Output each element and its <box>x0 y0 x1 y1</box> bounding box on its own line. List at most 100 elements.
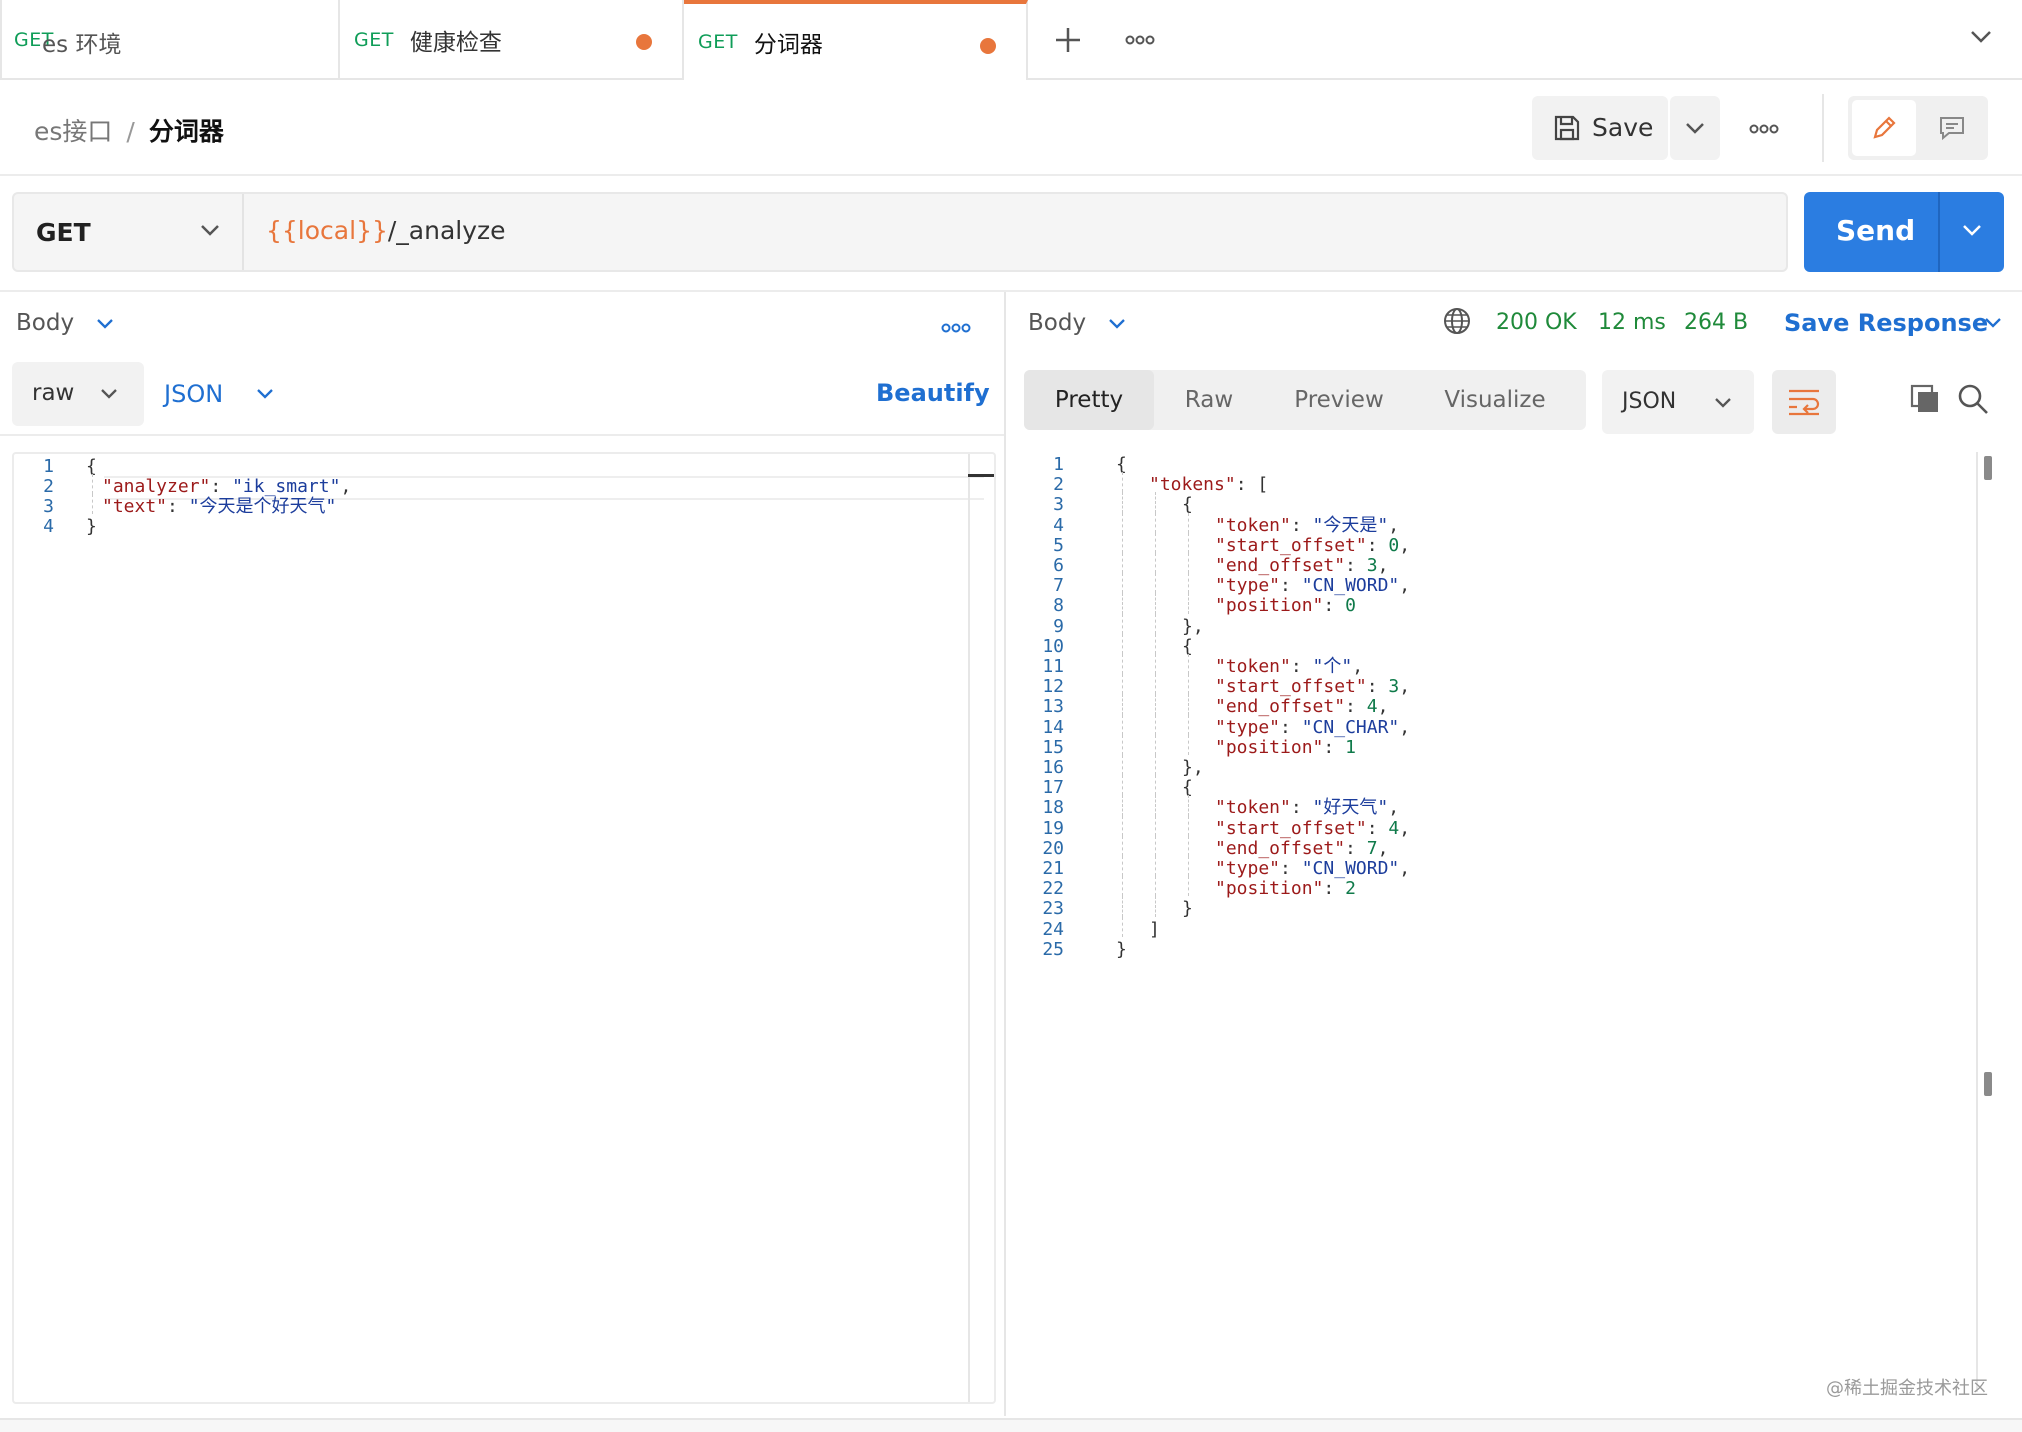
indent-guide <box>1155 593 1156 614</box>
indent-guide <box>1122 674 1123 695</box>
indent-guide <box>1188 856 1189 877</box>
response-body-tab[interactable]: Body <box>1028 310 1125 336</box>
request-body-more-icon[interactable] <box>940 320 972 339</box>
request-body-editor[interactable]: 1{2 "analyzer": "ik_smart", 3 "text": "今天是个… <box>12 452 996 1404</box>
save-response-label: Save Response <box>1784 309 1989 337</box>
indent-guide <box>1122 492 1123 513</box>
save-button[interactable]: Save <box>1532 96 1668 160</box>
indent-guide <box>1188 674 1189 695</box>
indent-guide <box>1155 532 1156 553</box>
save-options-dropdown[interactable] <box>1670 96 1720 160</box>
url-path: /_analyze <box>387 216 506 245</box>
chevron-down-icon <box>1715 398 1731 408</box>
code-line: "position": 1 <box>1215 736 1356 758</box>
watermark: @稀土掘金技术社区 <box>1826 1378 1988 1399</box>
indent-guide <box>1122 593 1123 614</box>
request-tab-analyzer[interactable]: GET 分词器 <box>684 0 1028 80</box>
code-line: } <box>86 516 97 537</box>
indent-guide <box>1122 835 1123 856</box>
tab-name: 健康检查 <box>409 30 502 56</box>
http-method-select[interactable]: GET <box>14 194 244 270</box>
code-line: } <box>1116 938 1127 960</box>
send-options-dropdown[interactable] <box>1940 192 2004 272</box>
code-line: "position": 0 <box>1215 595 1356 617</box>
send-button[interactable]: Send <box>1804 192 2004 272</box>
beautify-button[interactable]: Beautify <box>876 379 990 407</box>
indent-guide <box>1155 775 1156 796</box>
tab-method: GET <box>698 31 738 53</box>
indent-guide <box>1122 512 1123 533</box>
divider <box>0 434 1004 436</box>
globe-icon[interactable] <box>1442 306 1472 340</box>
body-language-value: JSON <box>164 380 224 408</box>
pencil-icon <box>1873 116 1896 139</box>
tab-pretty[interactable]: Pretty <box>1024 370 1154 430</box>
indent-guide <box>1122 633 1123 654</box>
edit-mode-button[interactable] <box>1852 100 1916 156</box>
tab-visualize[interactable]: Visualize <box>1414 370 1576 430</box>
indent-guide <box>92 494 93 514</box>
indent-guide <box>1188 714 1189 735</box>
indent-guide <box>1122 795 1123 816</box>
request-more-icon[interactable] <box>1748 114 1780 148</box>
unsaved-dot-icon <box>980 38 996 54</box>
code-line: "tokens": [ <box>1149 474 1269 496</box>
line-number: 4 <box>43 516 54 537</box>
mode-toggle-group <box>1848 96 1988 160</box>
response-size[interactable]: 264 B <box>1684 310 1748 335</box>
request-tab-health-check[interactable]: GET 健康检查 <box>340 0 684 80</box>
response-body-viewer[interactable]: 1{2 "tokens": [3{4 "token": "今天是", 5 "start_… <box>1008 452 2022 1416</box>
indent-guide <box>1122 916 1123 937</box>
editor-scroll-thumb[interactable] <box>968 474 994 477</box>
response-format-select[interactable]: JSON <box>1602 370 1754 434</box>
indent-guide <box>1188 795 1189 816</box>
indent-guide <box>1188 734 1189 755</box>
breadcrumb-collection[interactable]: es接口 <box>34 117 112 146</box>
wrap-lines-icon <box>1789 389 1820 416</box>
response-body-label: Body <box>1028 310 1087 336</box>
breadcrumb-separator: / <box>126 117 135 146</box>
indent-guide <box>1155 815 1156 836</box>
indent-guide <box>1155 694 1156 715</box>
url-input[interactable]: {{local}}/_analyze <box>266 216 506 245</box>
indent-guide <box>1122 755 1123 776</box>
indent-guide <box>1155 613 1156 634</box>
response-scroll-thumb[interactable] <box>1984 456 1992 480</box>
indent-guide <box>1122 876 1123 897</box>
indent-guide <box>1188 553 1189 574</box>
tabs-more-icon[interactable] <box>1122 22 1158 58</box>
indent-guide <box>1188 835 1189 856</box>
request-header: es接口 / 分词器 Save <box>0 80 2022 176</box>
response-time[interactable]: 12 ms <box>1598 310 1666 335</box>
body-language-select[interactable]: JSON <box>164 380 273 408</box>
breadcrumb-request-name[interactable]: 分词器 <box>149 117 224 146</box>
indent-guide <box>1155 856 1156 877</box>
code-line: } <box>1182 898 1193 920</box>
body-mode-select[interactable]: raw <box>12 362 144 426</box>
indent-guide <box>1122 654 1123 675</box>
indent-guide <box>1155 674 1156 695</box>
response-status[interactable]: 200 OK <box>1496 310 1577 335</box>
response-format-value: JSON <box>1622 389 1677 414</box>
tab-raw[interactable]: Raw <box>1154 370 1264 430</box>
status-bar <box>0 1418 2022 1432</box>
search-icon[interactable] <box>1956 382 1990 420</box>
tab-name: 分词器 <box>753 32 823 58</box>
save-response-button[interactable]: Save Response <box>1784 309 2001 337</box>
new-tab-plus-icon[interactable] <box>1050 22 1086 58</box>
comments-button[interactable] <box>1920 100 1984 156</box>
tab-preview[interactable]: Preview <box>1264 370 1414 430</box>
chevron-down-icon <box>1985 318 2001 328</box>
request-body-tab[interactable]: Body <box>16 310 113 336</box>
indent-guide <box>1155 553 1156 574</box>
copy-icon[interactable] <box>1908 382 1942 420</box>
wrap-lines-button[interactable] <box>1772 370 1836 434</box>
indent-guide <box>92 474 93 494</box>
send-button-label: Send <box>1836 214 1916 247</box>
unsaved-dot-icon <box>636 34 652 50</box>
indent-guide <box>1188 512 1189 533</box>
indent-guide <box>1155 573 1156 594</box>
chevron-down-icon <box>97 319 113 329</box>
indent-guide <box>1155 835 1156 856</box>
chevron-down-icon <box>1971 31 1991 43</box>
